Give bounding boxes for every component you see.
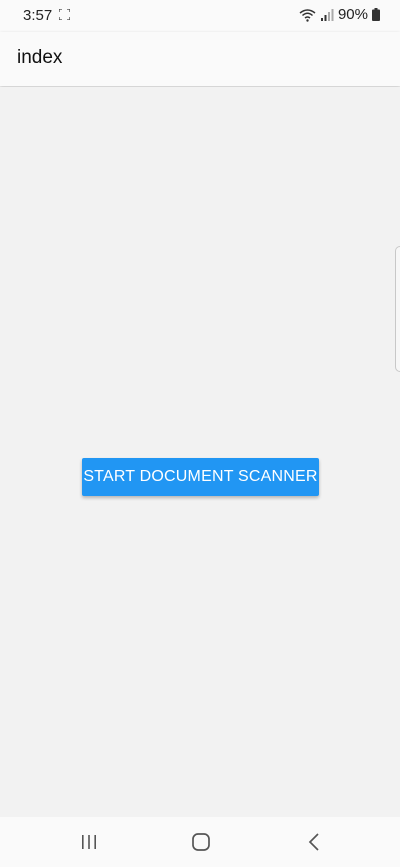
- status-bar: 3:57 90%: [0, 0, 400, 32]
- status-time: 3:57: [23, 7, 53, 24]
- page-title: index: [17, 47, 63, 68]
- recents-button[interactable]: [49, 817, 129, 867]
- screenshot-icon: [59, 9, 70, 20]
- back-icon: [308, 833, 319, 851]
- home-icon: [192, 833, 210, 851]
- battery-icon: [372, 8, 380, 21]
- start-document-scanner-button[interactable]: START DOCUMENT SCANNER: [82, 458, 319, 496]
- home-button[interactable]: [161, 817, 241, 867]
- status-right: 90%: [299, 6, 380, 23]
- signal-icon: [320, 8, 334, 21]
- main-content: [0, 87, 400, 817]
- edge-panel-handle[interactable]: [395, 246, 400, 372]
- app-bar: index: [0, 32, 400, 86]
- battery-percent: 90%: [337, 6, 368, 23]
- recents-icon: [82, 835, 96, 849]
- wifi-icon: [299, 8, 316, 22]
- navigation-bar: [0, 817, 400, 867]
- back-button[interactable]: [274, 817, 354, 867]
